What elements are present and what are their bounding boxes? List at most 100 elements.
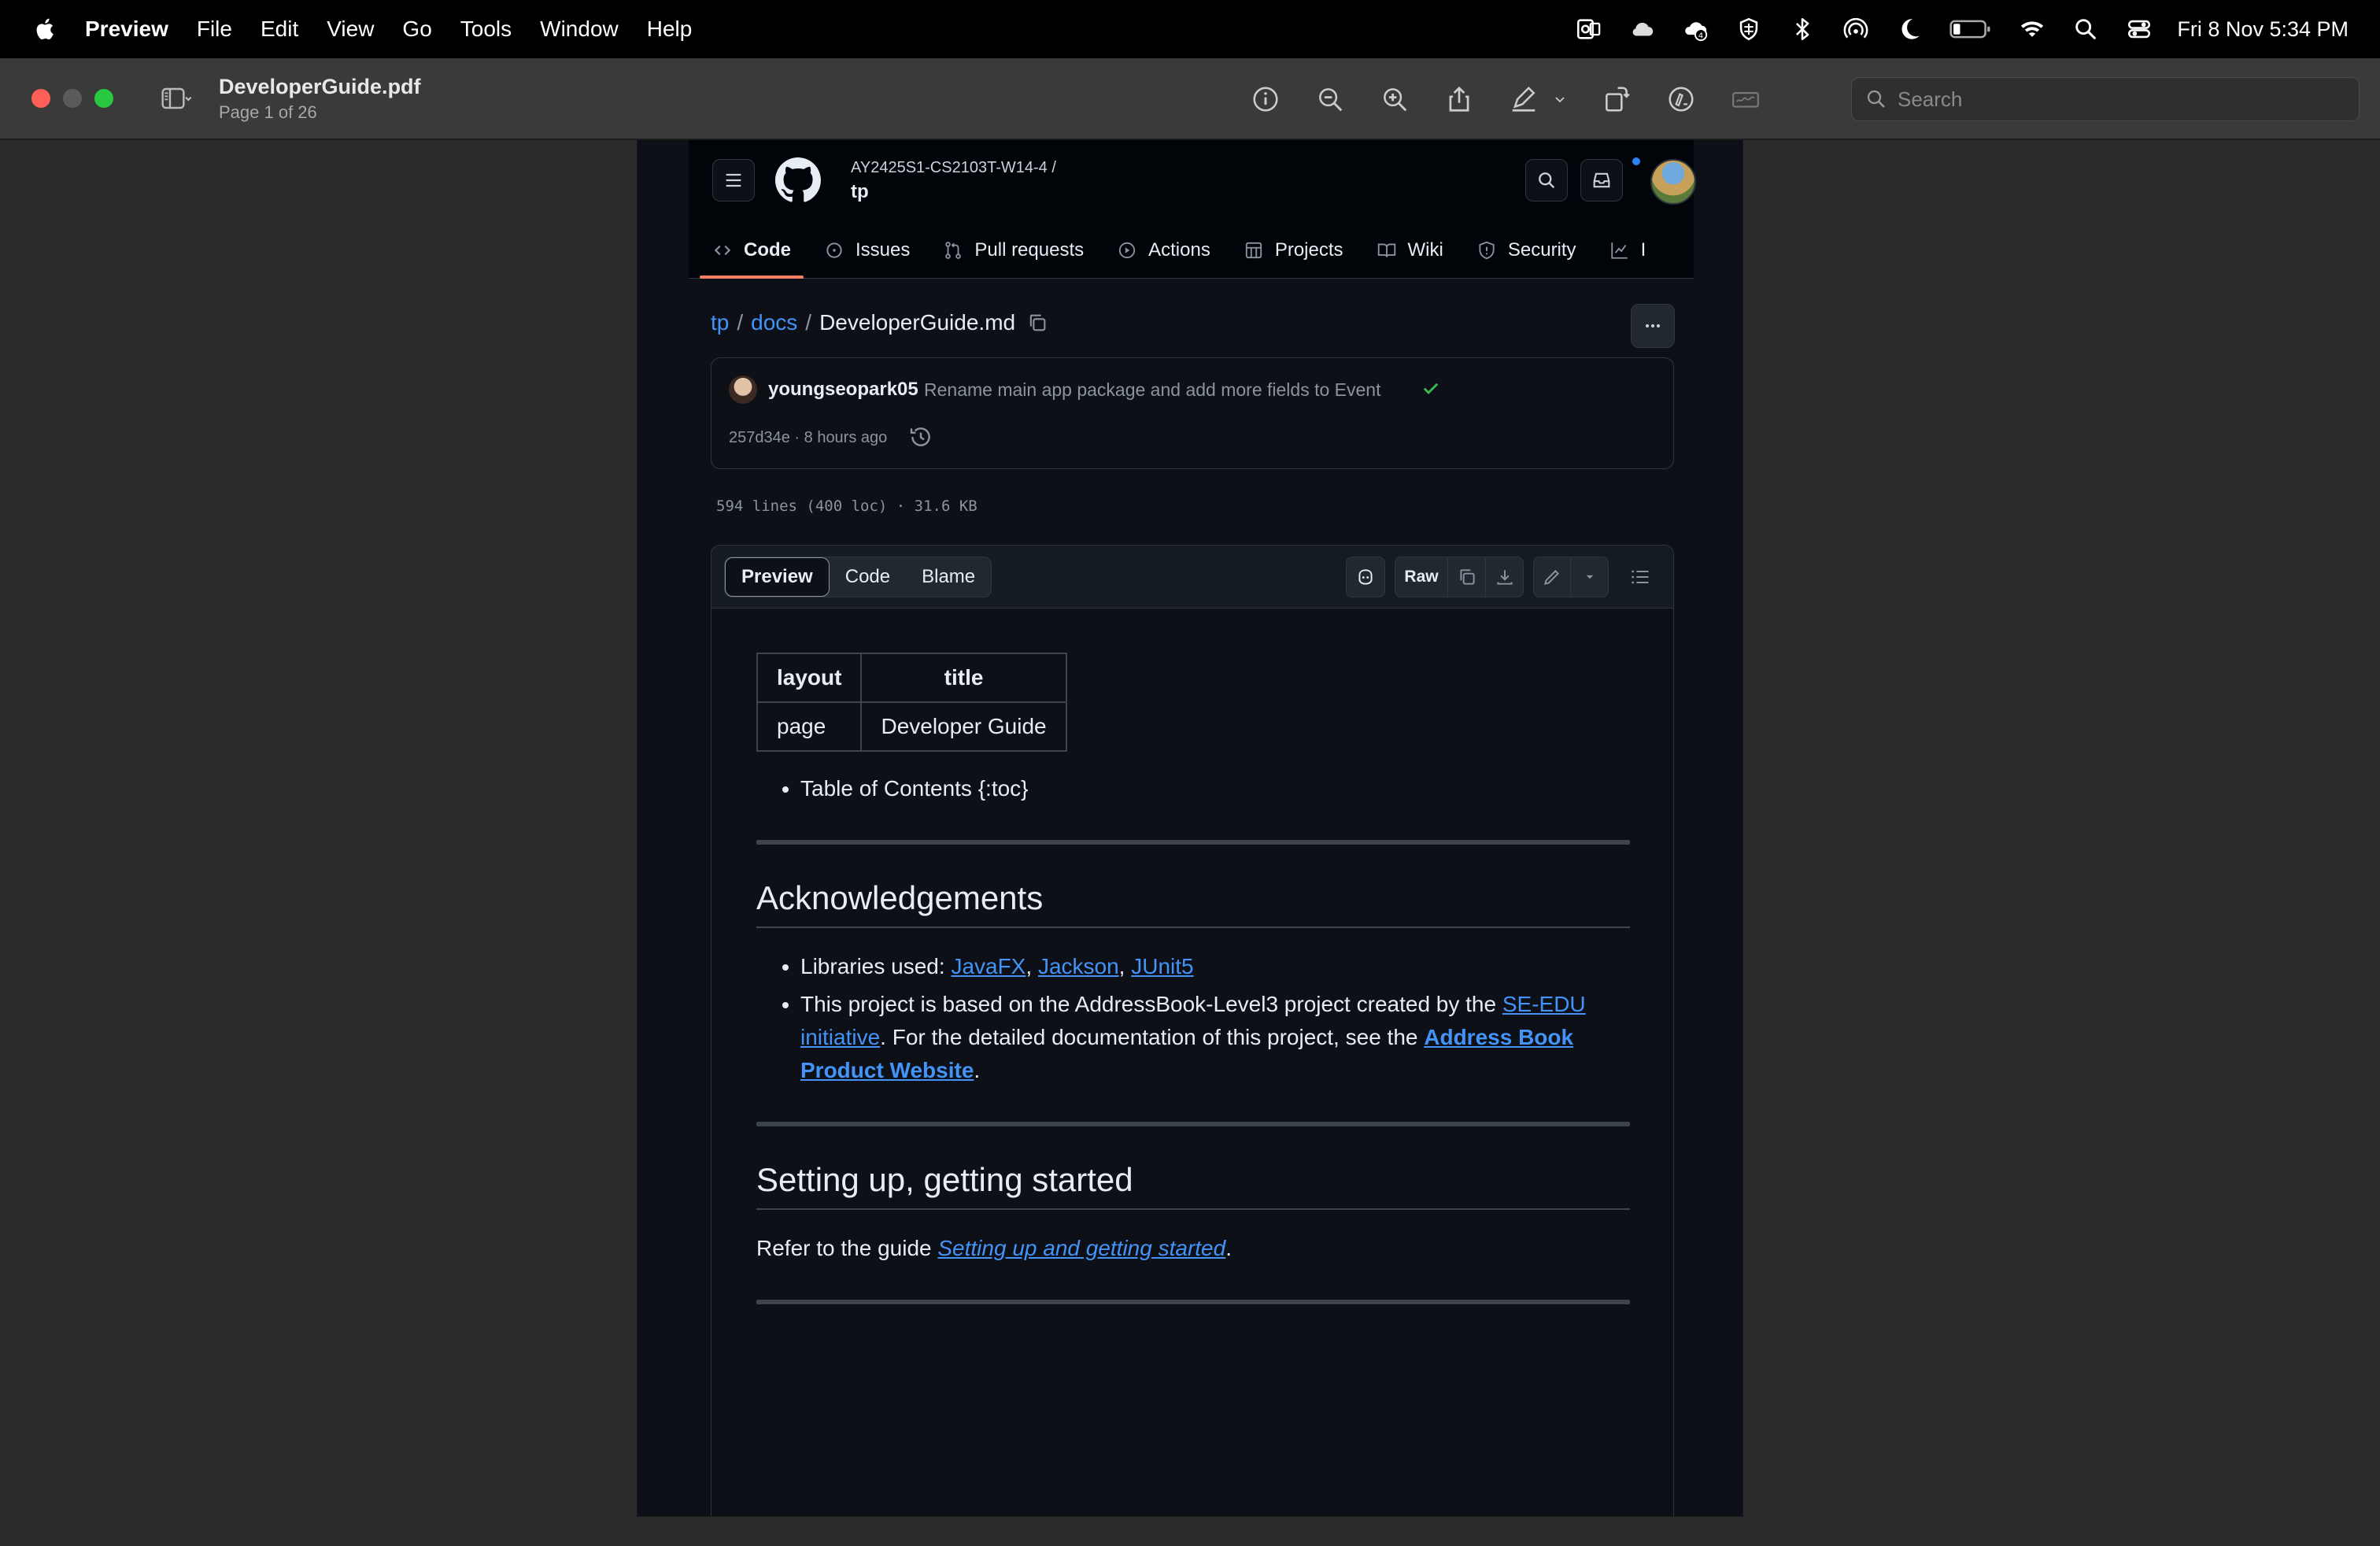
zoom-in-icon[interactable] xyxy=(1377,82,1412,117)
share-icon[interactable] xyxy=(1442,82,1476,117)
menu-tools[interactable]: Tools xyxy=(460,17,512,42)
tab-security[interactable]: Security xyxy=(1476,222,1576,279)
page-indicator: Page 1 of 26 xyxy=(219,102,317,122)
menu-go[interactable]: Go xyxy=(402,17,431,42)
hamburger-menu-button[interactable] xyxy=(712,159,755,202)
rotate-icon[interactable] xyxy=(1599,82,1634,117)
outline-button[interactable] xyxy=(1621,557,1659,597)
outlook-icon[interactable] xyxy=(1574,15,1602,43)
zoom-out-icon[interactable] xyxy=(1313,82,1347,117)
tab-label: Wiki xyxy=(1407,239,1443,261)
menu-edit[interactable]: Edit xyxy=(261,17,298,42)
repo-nav-tabs: Code Issues Pull requests Actions Projec… xyxy=(700,222,1679,279)
tab-issues[interactable]: Issues xyxy=(824,222,910,279)
blame-tab[interactable]: Blame xyxy=(906,557,991,597)
history-icon[interactable] xyxy=(908,424,933,449)
document-info: DeveloperGuide.pdf Page 1 of 26 xyxy=(219,75,421,123)
commit-author[interactable]: youngseopark05 xyxy=(768,379,918,401)
view-mode-segmented-control: Preview Code Blame xyxy=(724,557,992,597)
tab-label: Actions xyxy=(1148,239,1210,261)
fullscreen-window-button[interactable] xyxy=(94,89,113,108)
menubar-clock[interactable]: Fri 8 Nov 5:34 PM xyxy=(2177,17,2349,42)
inbox-icon xyxy=(1593,172,1610,188)
cloud-icon[interactable] xyxy=(1628,15,1656,43)
junit5-link[interactable]: JUnit5 xyxy=(1131,954,1193,978)
commit-author-avatar[interactable] xyxy=(729,375,757,404)
bluetooth-icon[interactable] xyxy=(1788,15,1816,43)
menu-help[interactable]: Help xyxy=(647,17,693,42)
actions-icon xyxy=(1118,242,1136,259)
info-icon[interactable] xyxy=(1248,82,1283,117)
toolbar-actions xyxy=(1248,58,1793,140)
user-avatar[interactable] xyxy=(1650,159,1696,205)
control-center-icon[interactable] xyxy=(2125,15,2153,43)
check-icon[interactable] xyxy=(1420,377,1442,399)
document-title: DeveloperGuide.pdf xyxy=(219,74,421,98)
highlight-pen-icon[interactable] xyxy=(1506,82,1541,117)
shield-icon xyxy=(1479,241,1495,260)
paragraph-text: . xyxy=(1225,1236,1232,1260)
menu-file[interactable]: File xyxy=(197,17,232,42)
signature-icon[interactable] xyxy=(1728,82,1763,117)
edit-button[interactable] xyxy=(1533,557,1571,597)
file-viewer-header: Preview Code Blame Raw xyxy=(711,546,1673,608)
tab-insights[interactable]: I xyxy=(1609,222,1646,279)
vpn-icon[interactable] xyxy=(1735,15,1763,43)
close-window-button[interactable] xyxy=(31,89,50,108)
airdrop-icon[interactable] xyxy=(1842,15,1870,43)
breadcrumb-root-link[interactable]: tp xyxy=(711,310,729,335)
menu-view[interactable]: View xyxy=(327,17,374,42)
table-cell: Developer Guide xyxy=(860,701,1067,752)
tab-wiki[interactable]: Wiki xyxy=(1377,222,1443,279)
creative-cloud-icon[interactable]: 4 xyxy=(1681,15,1709,43)
copy-path-icon[interactable] xyxy=(1026,312,1048,334)
breadcrumb-folder-link[interactable]: docs xyxy=(751,310,797,335)
tab-pull-requests[interactable]: Pull requests xyxy=(943,222,1084,279)
table-header-cell: title xyxy=(860,653,1067,703)
search-input[interactable] xyxy=(1898,87,2338,112)
javafx-link[interactable]: JavaFX xyxy=(951,954,1026,978)
setup-guide-link[interactable]: Setting up and getting started xyxy=(937,1236,1225,1260)
raw-button[interactable]: Raw xyxy=(1395,557,1448,597)
moon-icon[interactable] xyxy=(1895,15,1924,43)
copy-raw-button[interactable] xyxy=(1448,557,1486,597)
jackson-link[interactable]: Jackson xyxy=(1038,954,1119,978)
tab-code[interactable]: Code xyxy=(700,222,804,279)
search-field[interactable] xyxy=(1851,77,2360,121)
list-item-text: . xyxy=(974,1058,981,1082)
edit-options-button[interactable] xyxy=(1571,557,1609,597)
download-button[interactable] xyxy=(1486,557,1524,597)
tab-projects[interactable]: Projects xyxy=(1244,222,1343,279)
file-stats: 594 lines (400 loc) · 31.6 KB xyxy=(716,497,978,515)
wifi-icon[interactable] xyxy=(2018,15,2046,43)
code-tab[interactable]: Code xyxy=(830,557,906,597)
commit-hash-time[interactable]: 257d34e · 8 hours ago xyxy=(729,429,887,447)
copilot-button[interactable] xyxy=(1346,557,1385,597)
inbox-button[interactable] xyxy=(1580,159,1623,202)
svg-text:4: 4 xyxy=(1698,31,1703,40)
tab-label: Issues xyxy=(856,239,911,261)
breadcrumb-separator: / xyxy=(737,310,744,335)
repo-name-link[interactable]: tp xyxy=(851,181,869,203)
menu-preview[interactable]: Preview xyxy=(85,17,168,42)
list-item-text: . For the detailed documentation of this… xyxy=(880,1025,1425,1049)
minimize-window-button[interactable] xyxy=(63,89,82,108)
battery-icon[interactable] xyxy=(1949,15,1993,43)
spotlight-icon[interactable] xyxy=(2071,15,2100,43)
preview-tab[interactable]: Preview xyxy=(725,557,830,597)
repo-owner-link[interactable]: AY2425S1-CS2103T-W14-4 / xyxy=(851,159,1056,177)
tab-label: Pull requests xyxy=(974,239,1085,261)
menu-bar: Preview File Edit View Go Tools Window H… xyxy=(0,0,2380,58)
menu-window[interactable]: Window xyxy=(540,17,619,42)
tab-label: Projects xyxy=(1274,239,1343,261)
tab-actions[interactable]: Actions xyxy=(1117,222,1210,279)
pencil-icon xyxy=(1543,570,1559,586)
github-logo-icon[interactable] xyxy=(775,157,821,203)
sidebar-toggle-button[interactable] xyxy=(161,85,192,112)
more-options-button[interactable] xyxy=(1631,304,1675,348)
github-search-button[interactable] xyxy=(1525,159,1568,202)
chevron-down-icon[interactable] xyxy=(1550,82,1569,117)
commit-message[interactable]: Rename main app package and add more fie… xyxy=(924,379,1380,401)
apple-icon[interactable] xyxy=(28,12,63,46)
markup-icon[interactable] xyxy=(1664,82,1698,117)
